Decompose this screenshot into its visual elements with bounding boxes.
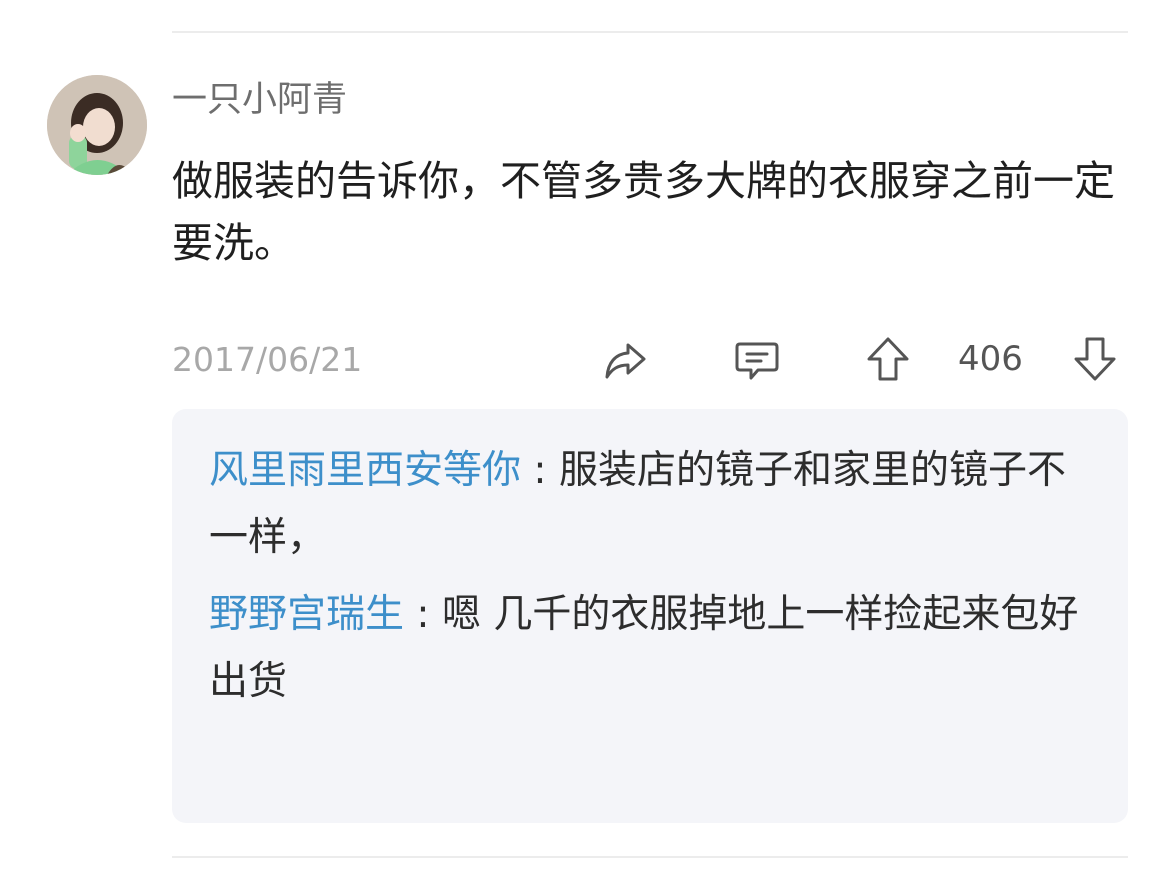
reply-icon[interactable] xyxy=(731,333,783,385)
reply-author[interactable]: 风里雨里西安等你 xyxy=(209,448,521,493)
share-icon[interactable] xyxy=(600,333,652,385)
arrow-down-icon[interactable] xyxy=(1069,333,1121,385)
comment-card: 一只小阿青 做服装的告诉你，不管多贵多大牌的衣服穿之前一定要洗。 2017/06… xyxy=(0,0,1176,871)
reply-author[interactable]: 野野宫瑞生 xyxy=(209,592,404,637)
vote-count: 406 xyxy=(958,339,1023,379)
top-divider xyxy=(172,31,1128,33)
reply-separator: : xyxy=(521,448,559,493)
comment-date: 2017/06/21 xyxy=(172,340,363,379)
arrow-up-icon[interactable] xyxy=(862,333,914,385)
reply-item: 风里雨里西安等你 : 服装店的镜子和家里的镜子不一样， xyxy=(209,437,1099,571)
bottom-divider xyxy=(172,856,1128,858)
reply-item: 野野宫瑞生 : 嗯 几千的衣服掉地上一样捡起来包好出货 xyxy=(209,581,1099,715)
replies-box[interactable]: 风里雨里西安等你 : 服装店的镜子和家里的镜子不一样， 野野宫瑞生 : 嗯 几千… xyxy=(172,409,1128,823)
username[interactable]: 一只小阿青 xyxy=(172,78,347,122)
avatar[interactable] xyxy=(47,75,147,175)
reply-separator: : xyxy=(404,592,442,637)
comment-text: 做服装的告诉你，不管多贵多大牌的衣服穿之前一定要洗。 xyxy=(172,157,1115,267)
